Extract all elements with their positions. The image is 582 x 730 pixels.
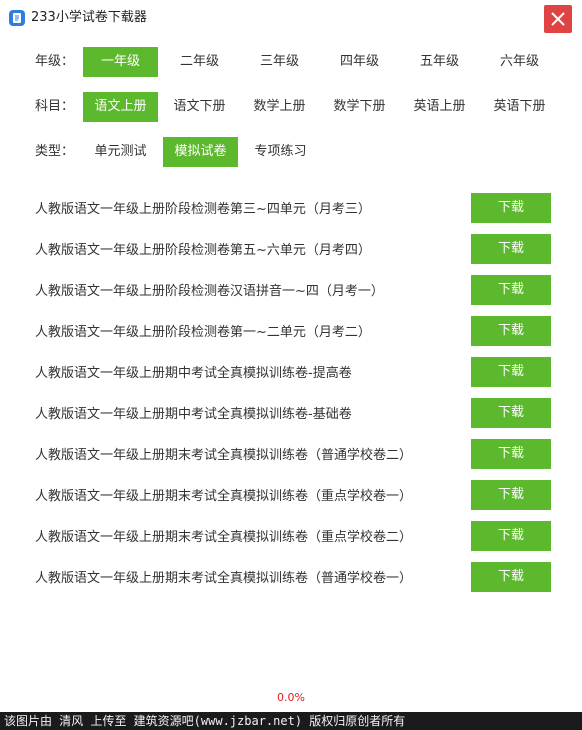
type-option-special-practice[interactable]: 专项练习 [243,137,318,167]
app-window: 233小学试卷下载器 年级： 一年级 二年级 三年级 四年级 五年级 六年级 科… [0,0,582,712]
grade-option-6[interactable]: 六年级 [482,47,557,77]
progress-percentage: 0.0% [277,691,305,704]
subject-option-chinese-2[interactable]: 语文下册 [162,92,237,122]
close-button[interactable] [544,5,572,33]
paper-title: 人教版语文一年级上册期末考试全真模拟训练卷（重点学校卷一） [35,489,413,504]
paper-title: 人教版语文一年级上册期末考试全真模拟训练卷（普通学校卷二） [35,448,413,463]
download-button[interactable]: 下载 [471,439,551,469]
download-button[interactable]: 下载 [471,275,551,305]
list-item: 人教版语文一年级上册期末考试全真模拟训练卷（重点学校卷一） 下载 [0,480,582,514]
list-item: 人教版语文一年级上册阶段检测卷汉语拼音一~四（月考一） 下载 [0,275,582,309]
paper-title: 人教版语文一年级上册阶段检测卷第五~六单元（月考四） [35,243,371,258]
paper-title: 人教版语文一年级上册期末考试全真模拟训练卷（重点学校卷二） [35,530,413,545]
type-option-unit-test[interactable]: 单元测试 [83,137,158,167]
download-button[interactable]: 下载 [471,357,551,387]
subject-label: 科目： [35,99,75,114]
subject-option-chinese-1[interactable]: 语文上册 [83,92,158,122]
download-button[interactable]: 下载 [471,316,551,346]
watermark-footer: 该图片由 清风 上传至 建筑资源吧(www.jzbar.net) 版权归原创者所… [0,712,582,730]
app-logo-icon [9,10,25,26]
grade-option-3[interactable]: 三年级 [242,47,317,77]
subject-option-math-1[interactable]: 数学上册 [242,92,317,122]
window-title: 233小学试卷下载器 [31,10,147,25]
title-bar: 233小学试卷下载器 [0,0,582,36]
list-item: 人教版语文一年级上册阶段检测卷第一~二单元（月考二） 下载 [0,316,582,350]
grade-option-1[interactable]: 一年级 [83,47,158,77]
paper-title: 人教版语文一年级上册阶段检测卷第三~四单元（月考三） [35,202,371,217]
download-button[interactable]: 下载 [471,193,551,223]
grade-row: 年级： 一年级 二年级 三年级 四年级 五年级 六年级 [0,47,582,77]
grade-option-5[interactable]: 五年级 [402,47,477,77]
download-button[interactable]: 下载 [471,562,551,592]
list-item: 人教版语文一年级上册阶段检测卷第三~四单元（月考三） 下载 [0,193,582,227]
type-row: 类型： 单元测试 模拟试卷 专项练习 [0,137,582,167]
grade-option-4[interactable]: 四年级 [322,47,397,77]
list-item: 人教版语文一年级上册期末考试全真模拟训练卷（普通学校卷一） 下载 [0,562,582,596]
paper-title: 人教版语文一年级上册阶段检测卷第一~二单元（月考二） [35,325,371,340]
close-icon [551,12,565,26]
subject-option-english-1[interactable]: 英语上册 [402,92,477,122]
paper-title: 人教版语文一年级上册期中考试全真模拟训练卷-提高卷 [35,366,352,381]
subject-option-math-2[interactable]: 数学下册 [322,92,397,122]
paper-title: 人教版语文一年级上册期末考试全真模拟训练卷（普通学校卷一） [35,571,413,586]
download-button[interactable]: 下载 [471,521,551,551]
paper-title: 人教版语文一年级上册期中考试全真模拟训练卷-基础卷 [35,407,352,422]
grade-option-2[interactable]: 二年级 [162,47,237,77]
list-item: 人教版语文一年级上册期中考试全真模拟训练卷-提高卷 下载 [0,357,582,391]
type-label: 类型： [35,144,75,159]
list-item: 人教版语文一年级上册期末考试全真模拟训练卷（普通学校卷二） 下载 [0,439,582,473]
download-button[interactable]: 下载 [471,398,551,428]
paper-title: 人教版语文一年级上册阶段检测卷汉语拼音一~四（月考一） [35,284,384,299]
list-item: 人教版语文一年级上册阶段检测卷第五~六单元（月考四） 下载 [0,234,582,268]
type-option-mock-exam[interactable]: 模拟试卷 [163,137,238,167]
list-item: 人教版语文一年级上册期中考试全真模拟训练卷-基础卷 下载 [0,398,582,432]
grade-label: 年级： [35,54,75,69]
subject-option-english-2[interactable]: 英语下册 [482,92,557,122]
subject-row: 科目： 语文上册 语文下册 数学上册 数学下册 英语上册 英语下册 [0,92,582,122]
list-item: 人教版语文一年级上册期末考试全真模拟训练卷（重点学校卷二） 下载 [0,521,582,555]
download-button[interactable]: 下载 [471,480,551,510]
download-button[interactable]: 下载 [471,234,551,264]
